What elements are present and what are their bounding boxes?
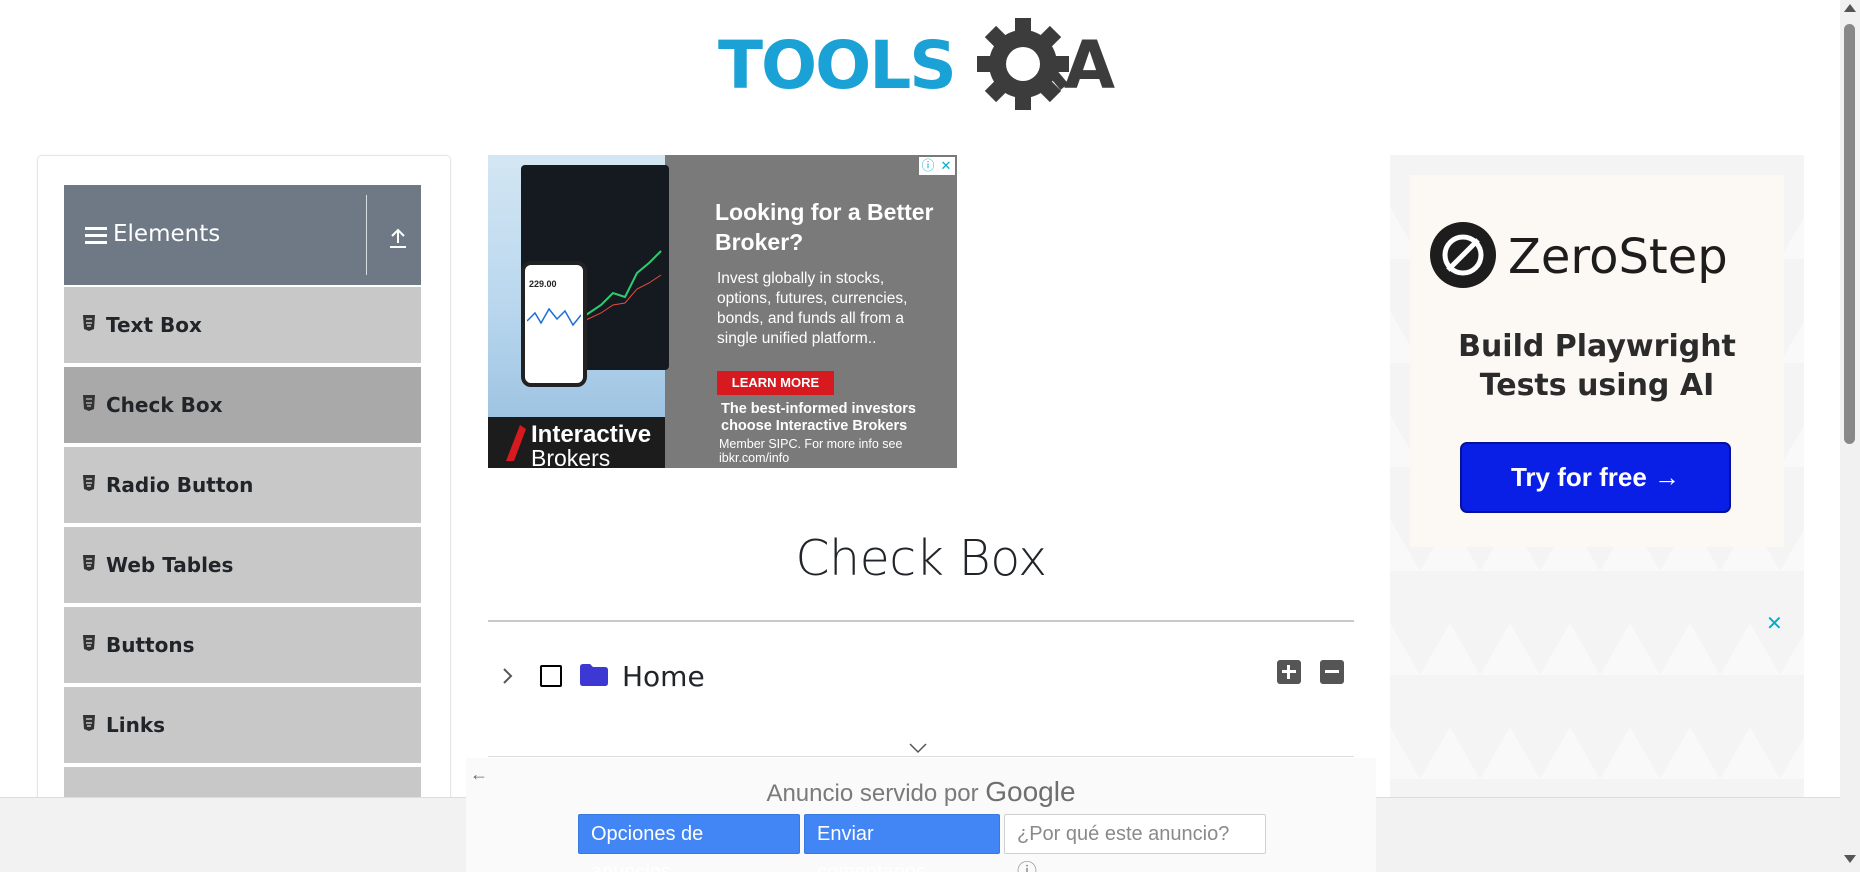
close-icon[interactable]: ✕ (1766, 611, 1783, 636)
html5-icon (83, 395, 95, 411)
ibkr-logo-icon (506, 425, 526, 461)
sidebar-item-check-box[interactable]: Check Box (64, 367, 421, 445)
try-for-free-button[interactable]: Try for free → (1460, 442, 1731, 513)
html5-icon (83, 475, 95, 491)
info-icon[interactable]: ⓘ (919, 157, 937, 175)
logo-text-a: A (1064, 27, 1115, 104)
title-divider (488, 620, 1354, 622)
sidebar-item-label: Buttons (106, 633, 195, 657)
html5-icon (83, 635, 95, 651)
scrollbar-thumb[interactable] (1844, 24, 1855, 444)
page-title: Check Box (795, 530, 1047, 587)
zerostep-brand: ZeroStep (1508, 229, 1728, 285)
ad-options-button[interactable]: Opciones de anuncios (578, 814, 800, 872)
gear-icon (977, 18, 1069, 110)
sidebar-item-links[interactable]: Links (64, 687, 421, 765)
google-wordmark: Google (985, 776, 1076, 807)
home-checkbox[interactable] (540, 665, 562, 687)
tree-node-home: Home (498, 656, 1348, 696)
served-by-text: Anuncio servido por (766, 780, 979, 807)
sidebar-item-text-box[interactable]: Text Box (64, 287, 421, 365)
ad-learn-more-button[interactable]: LEARN MORE (717, 371, 834, 395)
html5-icon (83, 715, 95, 731)
sidebar-item-web-tables[interactable]: Web Tables (64, 527, 421, 605)
ad-brand-line2: Brokers (531, 445, 611, 468)
scroll-up-arrow-icon[interactable] (1844, 4, 1856, 12)
chevron-down-icon[interactable] (908, 742, 928, 754)
ad-headline: Looking for a Better Broker? (715, 199, 934, 255)
tree-node-label[interactable]: Home (622, 660, 705, 693)
toolsqa-logo[interactable]: TOOLS A (718, 16, 1126, 116)
collapse-all-button[interactable] (1320, 660, 1344, 684)
elements-group-header[interactable]: Elements (64, 185, 421, 285)
hamburger-icon (85, 227, 107, 246)
group-title: Elements (113, 221, 221, 247)
ad-fine-print: Member SIPC. For more info see ibkr.com/… (719, 437, 903, 465)
header-divider (366, 195, 367, 275)
folder-icon (580, 664, 608, 686)
send-feedback-button[interactable]: Enviar comentarios (804, 814, 1000, 872)
sidebar-item-label: Radio Button (106, 473, 254, 497)
phone-image: 229.00 (521, 261, 587, 387)
ad-body: Invest globally in stocks, options, futu… (717, 270, 908, 347)
sidebar-item-label: Web Tables (106, 553, 234, 577)
expand-all-button[interactable] (1277, 660, 1301, 684)
sidebar-item-label: Links (106, 713, 166, 737)
scroll-down-arrow-icon[interactable] (1844, 855, 1856, 863)
sidebar-item-buttons[interactable]: Buttons (64, 607, 421, 685)
chevron-right-icon[interactable] (502, 666, 514, 686)
result-divider (488, 756, 1354, 757)
ad-choices[interactable]: ⓘ ✕ (919, 157, 955, 175)
ad-served-by: Anuncio servido por Google (466, 776, 1376, 808)
zerostep-logo-icon (1430, 222, 1496, 288)
html5-icon (83, 555, 95, 571)
phone-price: 229.00 (529, 279, 557, 289)
ad-tagline: The best-informed investors choose Inter… (721, 401, 916, 434)
html5-icon (83, 315, 95, 331)
why-this-ad-button[interactable]: ¿Por qué este anuncio? ⓘ (1004, 814, 1266, 872)
sidebar-item-label: Check Box (106, 393, 223, 417)
ad-pitch: Build Playwright Tests using AI (1458, 329, 1736, 403)
broker-ad[interactable]: 229.00 Interactive Brokers Looking for a… (488, 155, 957, 468)
logo-text: TOOLS (718, 27, 955, 104)
zerostep-ad[interactable]: ZeroStep Build Playwright Tests using AI… (1390, 155, 1804, 872)
sidebar-item-label: Text Box (106, 313, 202, 337)
close-icon[interactable]: ✕ (937, 157, 955, 175)
sidebar-item-radio-button[interactable]: Radio Button (64, 447, 421, 525)
google-ad-feedback: ← Anuncio servido por Google Opciones de… (466, 758, 1376, 872)
collapse-arrow-icon[interactable] (388, 227, 408, 249)
